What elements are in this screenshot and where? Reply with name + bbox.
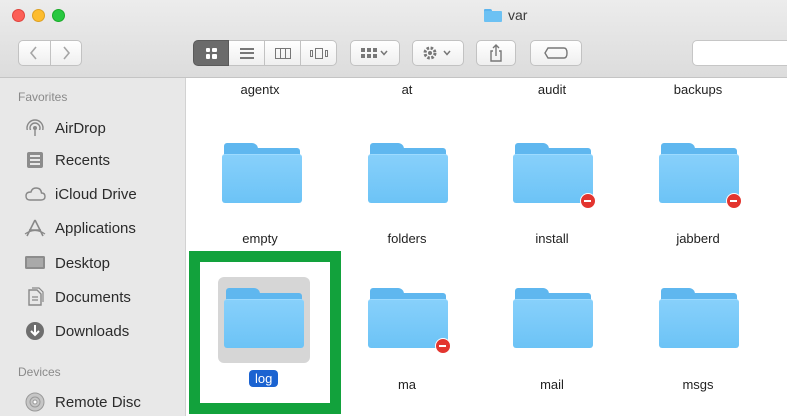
- no-access-icon: [726, 193, 742, 209]
- group-by-button[interactable]: [350, 40, 400, 66]
- sidebar-item-label: Downloads: [55, 322, 130, 340]
- sidebar-item-label: AirDrop: [55, 119, 106, 137]
- no-access-icon: [435, 338, 451, 354]
- back-button[interactable]: [18, 40, 50, 66]
- gallery-view-icon: [309, 47, 328, 59]
- sidebar-item-desktop[interactable]: Desktop: [24, 249, 180, 277]
- folder-icon[interactable]: [368, 143, 448, 203]
- sidebar: Favorites AirDrop Recents iCloud Drive A…: [0, 78, 186, 416]
- folder-icon[interactable]: [513, 143, 596, 209]
- file-name[interactable]: at: [332, 82, 482, 97]
- gallery-view-button[interactable]: [301, 40, 337, 66]
- sidebar-item-downloads[interactable]: Downloads: [24, 317, 180, 345]
- recents-icon: [24, 150, 46, 170]
- desktop-icon: [24, 253, 46, 273]
- favorites-heading: Favorites: [18, 90, 68, 104]
- action-button[interactable]: [412, 40, 464, 66]
- disc-icon: [24, 392, 46, 412]
- column-view-button[interactable]: [265, 40, 301, 66]
- documents-icon: [24, 287, 46, 307]
- file-name[interactable]: folders: [332, 231, 482, 246]
- sidebar-item-label: Applications: [55, 219, 136, 237]
- file-name[interactable]: audit: [477, 82, 627, 97]
- folder-icon[interactable]: [659, 143, 742, 209]
- downloads-icon: [24, 321, 46, 341]
- icon-view-button[interactable]: [193, 40, 229, 66]
- devices-heading: Devices: [18, 365, 61, 379]
- applications-icon: [24, 218, 46, 238]
- file-name[interactable]: install: [477, 231, 627, 246]
- sidebar-item-icloud-drive[interactable]: iCloud Drive: [24, 180, 180, 208]
- sidebar-item-recents[interactable]: Recents: [24, 146, 180, 174]
- no-access-icon: [580, 193, 596, 209]
- folder-icon[interactable]: [513, 288, 593, 348]
- airdrop-icon: [24, 118, 46, 138]
- sidebar-item-label: Recents: [55, 151, 111, 169]
- file-name[interactable]: empty: [187, 231, 335, 246]
- share-icon: [490, 44, 502, 62]
- sidebar-item-documents[interactable]: Documents: [24, 283, 180, 311]
- window-title-text: var: [508, 7, 528, 23]
- close-window-button[interactable]: [12, 9, 25, 22]
- file-name[interactable]: backups: [623, 82, 773, 97]
- sidebar-item-label: Desktop: [55, 254, 111, 272]
- file-name[interactable]: agentx: [187, 82, 335, 97]
- group-by-icon: [361, 48, 388, 58]
- gear-icon: [423, 46, 451, 60]
- window-title: var: [484, 6, 527, 24]
- sidebar-item-airdrop[interactable]: AirDrop: [24, 114, 180, 142]
- list-view-button[interactable]: [229, 40, 265, 66]
- edit-tags-button[interactable]: [530, 40, 582, 66]
- zoom-window-button[interactable]: [52, 9, 65, 22]
- cloud-icon: [24, 184, 46, 204]
- folder-icon[interactable]: [368, 288, 451, 354]
- minimize-window-button[interactable]: [32, 9, 45, 22]
- file-name[interactable]: msgs: [623, 377, 773, 392]
- search-input[interactable]: [692, 40, 787, 66]
- back-forward-group: [18, 40, 82, 66]
- folder-icon[interactable]: [222, 143, 302, 203]
- icon-view-icon: [205, 47, 217, 59]
- file-name[interactable]: mail: [477, 377, 627, 392]
- sidebar-item-label: iCloud Drive: [55, 185, 137, 203]
- folder-icon: [484, 8, 502, 22]
- highlight-box: [189, 251, 341, 414]
- folder-icon[interactable]: [659, 288, 739, 348]
- sidebar-item-remote-disc[interactable]: Remote Disc: [24, 388, 180, 416]
- list-view-icon: [239, 47, 254, 59]
- forward-button[interactable]: [49, 40, 82, 66]
- tag-icon: [544, 47, 568, 59]
- file-name[interactable]: ma: [332, 377, 482, 392]
- sidebar-item-applications[interactable]: Applications: [24, 214, 180, 242]
- column-view-icon: [274, 47, 291, 59]
- chevron-left-icon: [30, 46, 37, 60]
- file-name[interactable]: jabberd: [623, 231, 773, 246]
- share-button[interactable]: [476, 40, 516, 66]
- chevron-right-icon: [63, 46, 70, 60]
- window-toolbar: var: [0, 0, 787, 78]
- view-mode-group: [193, 40, 337, 66]
- sidebar-item-label: Documents: [55, 288, 131, 306]
- sidebar-item-label: Remote Disc: [55, 393, 141, 411]
